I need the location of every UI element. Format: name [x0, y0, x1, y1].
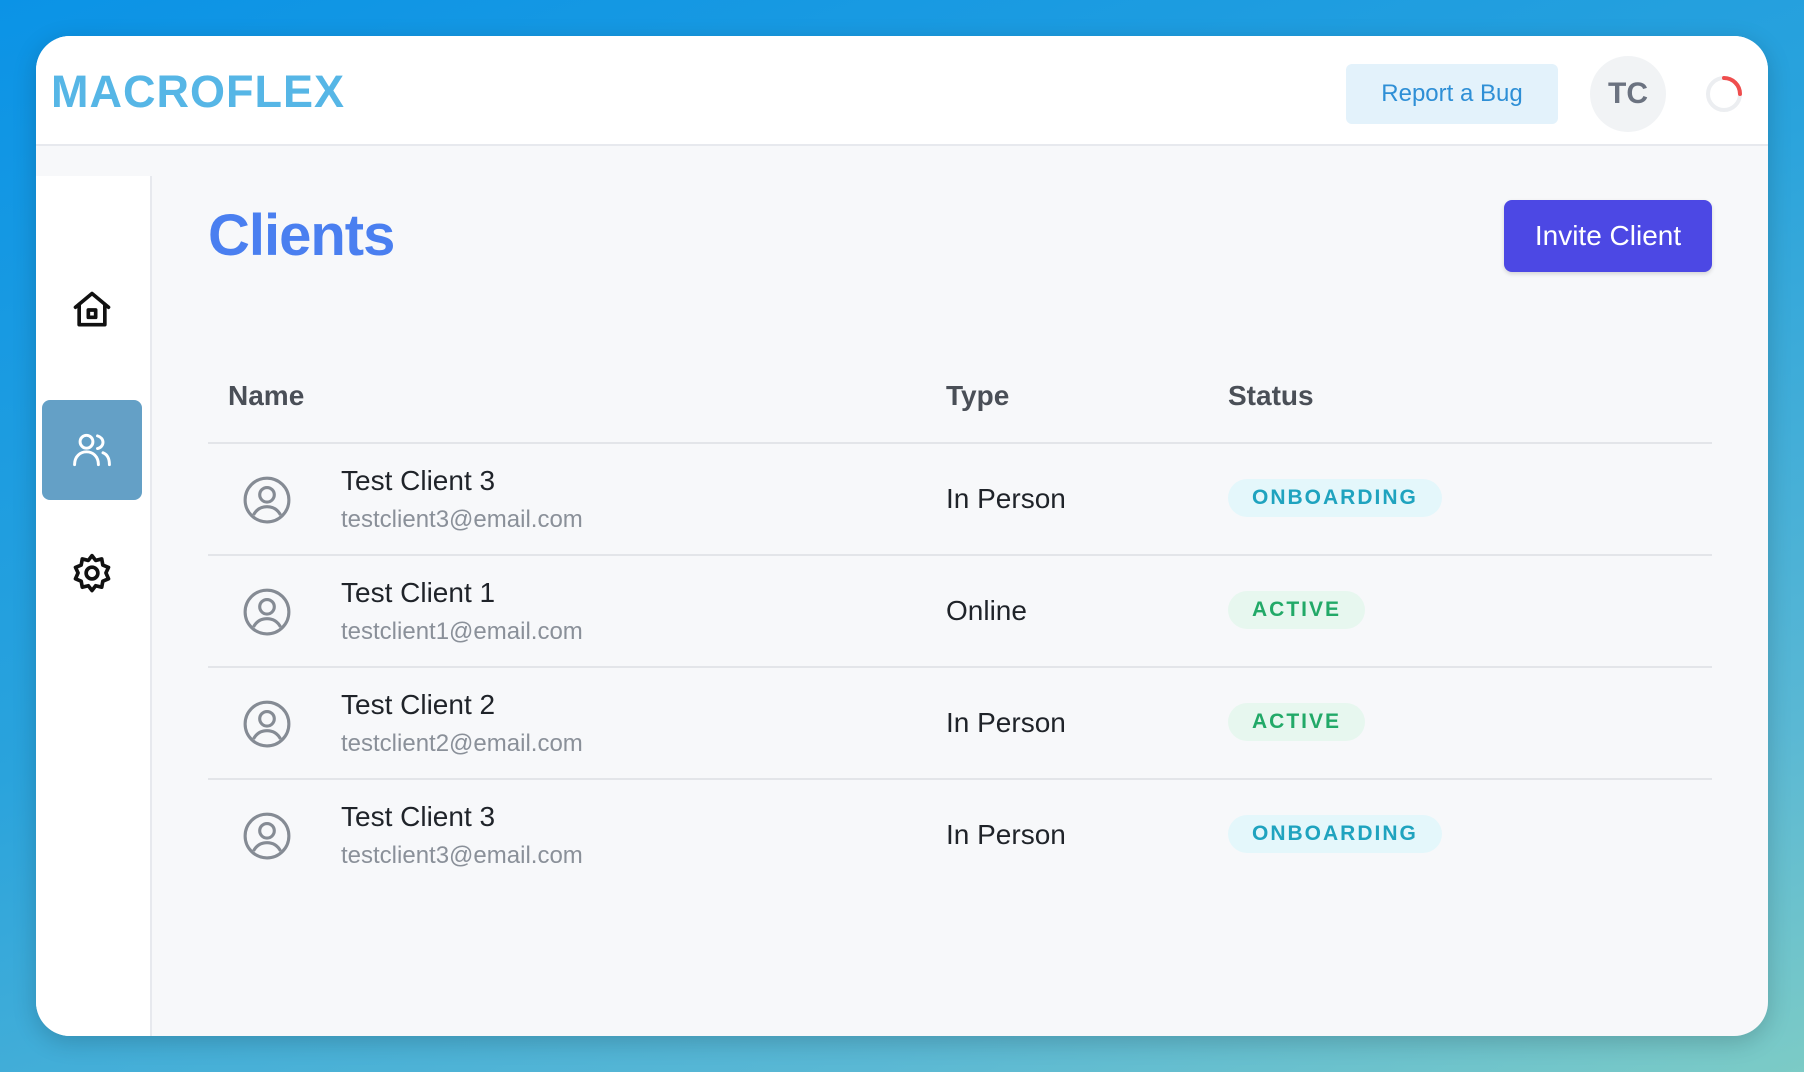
user-circle-icon [243, 588, 291, 636]
status-badge: ONBOARDING [1228, 479, 1442, 517]
user-circle-icon [243, 476, 291, 524]
client-name: Test Client 1 [341, 577, 496, 608]
status-badge: ONBOARDING [1228, 815, 1442, 853]
user-circle-icon [243, 812, 291, 860]
client-type: In Person [946, 483, 1066, 514]
table-row[interactable]: Test Client 3 testclient3@email.com In P… [208, 444, 1712, 556]
client-type: Online [946, 595, 1027, 626]
spinner-icon [1706, 76, 1742, 112]
client-name: Test Client 3 [341, 465, 496, 496]
clients-table: Name Type Status Test Client 3 testclien… [208, 366, 1712, 890]
client-name: Test Client 3 [341, 801, 496, 832]
client-email: testclient3@email.com [341, 506, 583, 533]
page-title: Clients [208, 203, 395, 268]
column-header-name[interactable]: Name [228, 376, 304, 416]
table-row[interactable]: Test Client 3 testclient3@email.com In P… [208, 780, 1712, 890]
table-header: Name Type Status [208, 366, 1712, 444]
sidebar-item-clients[interactable] [42, 400, 142, 500]
status-badge: ACTIVE [1228, 591, 1366, 629]
client-name: Test Client 2 [341, 689, 496, 720]
sidebar [36, 176, 152, 1036]
macroflex-logo[interactable]: MACROFLEX [51, 69, 345, 114]
gear-icon [73, 553, 111, 593]
invite-client-button[interactable]: Invite Client [1504, 200, 1712, 272]
client-type: In Person [946, 819, 1066, 850]
table-row[interactable]: Test Client 1 testclient1@email.com Onli… [208, 556, 1712, 668]
client-email: testclient1@email.com [341, 618, 583, 645]
sidebar-item-settings[interactable] [42, 524, 142, 624]
client-email: testclient3@email.com [341, 842, 583, 869]
sidebar-item-home[interactable] [42, 260, 142, 360]
column-header-type[interactable]: Type [946, 376, 1009, 416]
top-bar: MACROFLEX Report a Bug TC [36, 36, 1768, 146]
users-icon [73, 433, 111, 467]
user-circle-icon [243, 700, 291, 748]
table-row[interactable]: Test Client 2 testclient2@email.com In P… [208, 668, 1712, 780]
column-header-status[interactable]: Status [1228, 376, 1314, 416]
client-email: testclient2@email.com [341, 730, 583, 757]
app-window: MACROFLEX Report a Bug TC Clients Invite… [36, 36, 1768, 1036]
home-icon [73, 291, 111, 327]
user-avatar[interactable]: TC [1590, 56, 1666, 132]
status-badge: ACTIVE [1228, 703, 1366, 741]
report-bug-button[interactable]: Report a Bug [1346, 64, 1558, 124]
client-type: In Person [946, 707, 1066, 738]
